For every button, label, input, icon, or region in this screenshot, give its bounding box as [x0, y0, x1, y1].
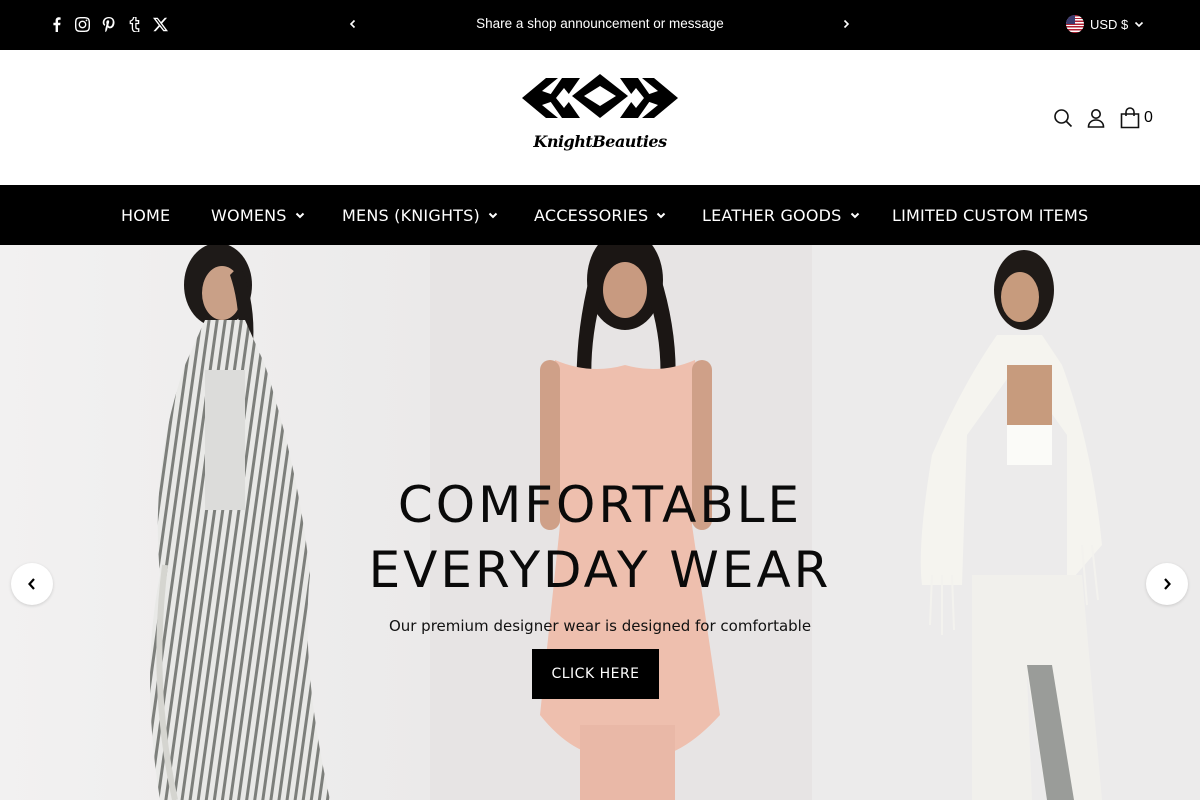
chevron-down-icon — [850, 212, 859, 219]
hero-subtitle: Our premium designer wear is designed fo… — [388, 617, 812, 635]
cart-count[interactable]: 0 — [1144, 109, 1153, 127]
slideshow-prev-button[interactable] — [11, 563, 53, 605]
header-icons: 0 — [1052, 107, 1153, 129]
nav-item-leather-goods[interactable]: LEATHER GOODS — [702, 206, 860, 225]
nav-item-label: WOMENS — [211, 206, 287, 225]
main-navigation: HOME WOMENS MENS (KNIGHTS) ACCESSORIES L… — [0, 185, 1200, 245]
nav-item-label: ACCESSORIES — [534, 206, 649, 225]
account-icon[interactable] — [1085, 107, 1107, 129]
nav-item-home[interactable]: HOME — [121, 206, 170, 225]
nav-item-womens[interactable]: WOMENS — [211, 206, 305, 225]
x-icon[interactable] — [152, 14, 168, 34]
nav-item-accessories[interactable]: ACCESSORIES — [534, 206, 666, 225]
chevron-down-icon — [295, 212, 304, 219]
nav-item-label: MENS (KNIGHTS) — [342, 206, 480, 225]
nav-item-mens[interactable]: MENS (KNIGHTS) — [342, 206, 498, 225]
facebook-icon[interactable] — [48, 14, 64, 34]
currency-selector[interactable]: USD $ — [1066, 15, 1144, 33]
us-flag-icon — [1066, 15, 1084, 33]
logo-text: KnightBeauties — [533, 132, 667, 151]
hero-title: COMFORTABLE EVERYDAY WEAR — [300, 473, 900, 603]
social-links — [48, 14, 168, 34]
nav-item-label: LIMITED CUSTOM ITEMS — [892, 206, 1089, 225]
chevron-down-icon — [488, 212, 498, 219]
chevron-right-icon — [1164, 578, 1171, 590]
announcement-bar: Share a shop announcement or message USD… — [0, 0, 1200, 50]
nav-item-label: HOME — [121, 206, 171, 225]
announcement-prev-button[interactable] — [343, 14, 363, 34]
pinterest-icon[interactable] — [100, 14, 116, 34]
chevron-down-icon — [657, 212, 666, 219]
hero-cta-button[interactable]: CLICK HERE — [532, 649, 659, 699]
nav-item-limited-custom-items[interactable]: LIMITED CUSTOM ITEMS — [892, 206, 1088, 225]
hero-copy: COMFORTABLE EVERYDAY WEAR Our premium de… — [300, 473, 900, 635]
hero-title-line1: COMFORTABLE — [397, 476, 803, 534]
chevron-left-icon — [28, 578, 35, 590]
slideshow-next-button[interactable] — [1146, 563, 1188, 605]
tumblr-icon[interactable] — [126, 14, 142, 34]
chevron-down-icon — [1135, 21, 1144, 27]
cart-icon[interactable] — [1119, 107, 1141, 129]
search-icon[interactable] — [1052, 107, 1074, 129]
instagram-icon[interactable] — [74, 14, 90, 34]
currency-label: USD $ — [1090, 16, 1129, 32]
announcement-next-button[interactable] — [836, 14, 856, 34]
hero-title-line2: EVERYDAY WEAR — [368, 541, 832, 599]
site-header: KnightBeauties 0 — [0, 50, 1200, 185]
hero-slideshow: COMFORTABLE EVERYDAY WEAR Our premium de… — [0, 245, 1200, 800]
nav-item-label: LEATHER GOODS — [702, 206, 842, 225]
announcement-text: Share a shop announcement or message — [476, 16, 724, 31]
